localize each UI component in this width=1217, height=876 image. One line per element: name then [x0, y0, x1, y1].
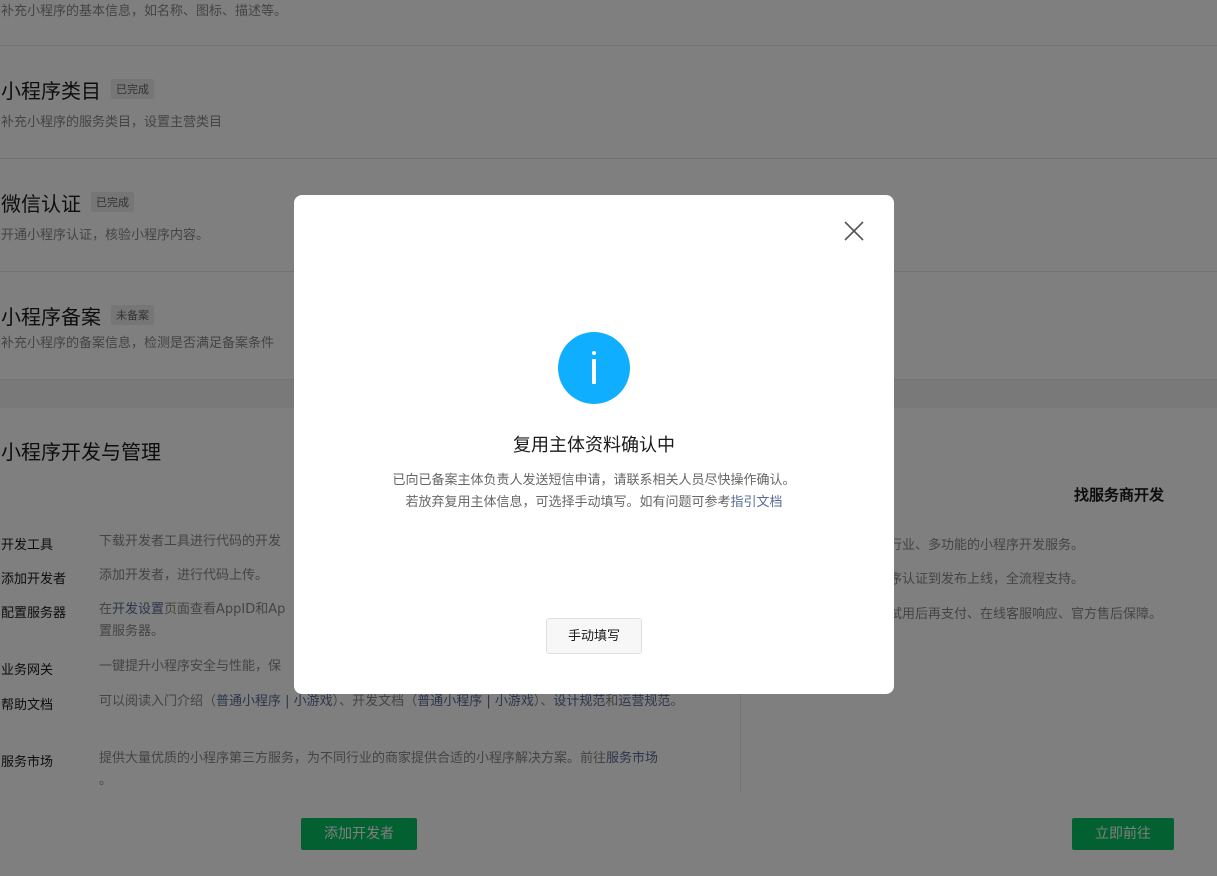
dialog-title: 复用主体资料确认中 [513, 435, 675, 456]
info-icon [558, 332, 630, 404]
dialog-message: 已向已备案主体负责人发送短信申请，请联系相关人员尽快操作确认。 若放弃复用主体信… [294, 470, 894, 514]
confirm-dialog: 复用主体资料确认中 已向已备案主体负责人发送短信申请，请联系相关人员尽快操作确认… [294, 195, 894, 694]
manual-fill-button[interactable]: 手动填写 [546, 618, 642, 654]
dialog-message-line2: 若放弃复用主体信息，可选择手动填写。如有问题可参考 [405, 495, 731, 510]
info-icon-bar [592, 359, 596, 384]
close-icon[interactable] [844, 221, 864, 241]
dialog-message-line1: 已向已备案主体负责人发送短信申请，请联系相关人员尽快操作确认。 [392, 473, 796, 488]
info-icon-dot [592, 351, 596, 355]
guide-doc-link[interactable]: 指引文档 [731, 495, 783, 510]
